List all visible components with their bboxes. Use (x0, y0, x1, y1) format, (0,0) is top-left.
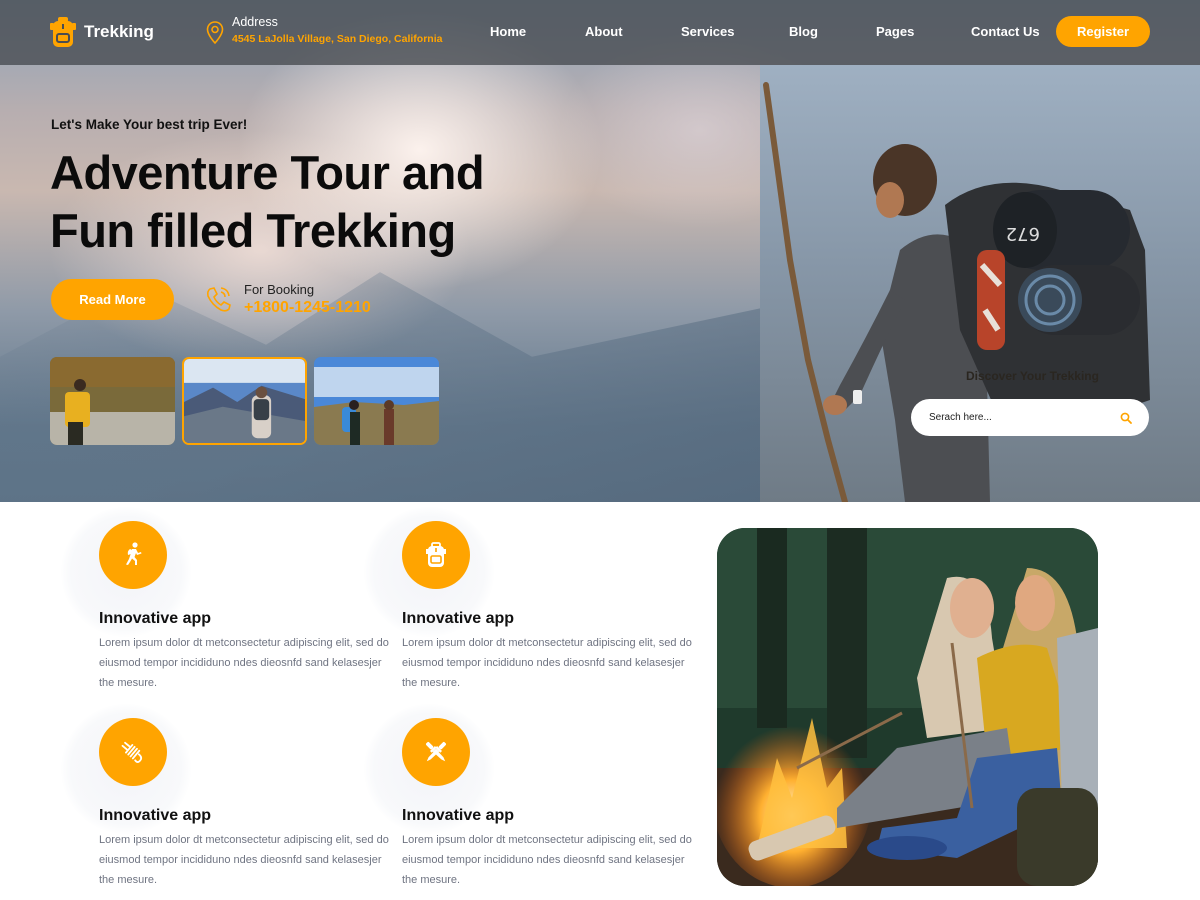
hero-tagline: Let's Make Your best trip Ever! (51, 117, 248, 132)
search-bar (911, 399, 1149, 436)
booking-label: For Booking (244, 282, 315, 297)
search-icon[interactable] (1120, 412, 1132, 424)
search-input[interactable] (929, 412, 1099, 423)
thumbnail-two-hikers-meadow[interactable] (314, 357, 439, 445)
header-address: Address 4545 LaJolla Village, San Diego,… (206, 15, 442, 45)
logo-text: Trekking (84, 22, 154, 41)
nav-contact-us[interactable]: Contact Us (971, 24, 1040, 39)
crossed-tools-icon (426, 742, 446, 762)
booking-info: For Booking +1800-1245-1210 (204, 282, 371, 317)
feature-icon-circle (99, 521, 167, 589)
thumbnail-hiker-yellow-pack[interactable] (50, 357, 175, 445)
campfire-photo (717, 528, 1098, 886)
feature-icon-circle (99, 718, 167, 786)
feature-icon-circle (402, 521, 470, 589)
feature-title: Innovative app (402, 610, 515, 627)
feature-title: Innovative app (99, 610, 212, 627)
feature-icon-circle (402, 718, 470, 786)
read-more-button[interactable]: Read More (51, 279, 174, 320)
svg-text:672: 672 (1006, 223, 1040, 244)
feature-text: Lorem ipsum dolor dt metconsectetur adip… (99, 637, 389, 689)
backpack-logo-icon (50, 17, 76, 47)
nav-services[interactable]: Services (681, 24, 735, 39)
feature-title: Innovative app (402, 807, 515, 824)
hero-headline-line1: Adventure Tour and (50, 146, 485, 199)
rope-icon (121, 741, 143, 763)
logo[interactable]: Trekking (50, 17, 154, 47)
nav-pages[interactable]: Pages (876, 24, 914, 39)
address-value: 4545 LaJolla Village, San Diego, Califor… (232, 33, 443, 45)
hiking-person-icon (126, 542, 142, 565)
thumbnail-hiker-mountain-view[interactable] (182, 357, 307, 445)
address-label: Address (232, 15, 278, 29)
nav-about[interactable]: About (585, 24, 623, 39)
hero-thumbnails (50, 357, 439, 445)
location-pin-icon (206, 21, 224, 45)
nav-home[interactable]: Home (490, 24, 526, 39)
hero-headline: Adventure Tour and Fun filled Trekking (50, 144, 485, 260)
hero-headline-line2: Fun filled Trekking (50, 204, 456, 257)
feature-text: Lorem ipsum dolor dt metconsectetur adip… (402, 637, 692, 689)
backpack-icon (426, 542, 446, 567)
site-header: Trekking Address 4545 LaJolla Village, S… (0, 0, 1200, 65)
booking-phone[interactable]: +1800-1245-1210 (244, 299, 371, 317)
feature-title: Innovative app (99, 807, 212, 824)
feature-text: Lorem ipsum dolor dt metconsectetur adip… (99, 834, 389, 886)
register-button[interactable]: Register (1056, 16, 1150, 47)
feature-text: Lorem ipsum dolor dt metconsectetur adip… (402, 834, 692, 886)
phone-icon (206, 287, 231, 312)
discover-label: Discover Your Trekking (966, 369, 1099, 383)
nav-blog[interactable]: Blog (789, 24, 818, 39)
